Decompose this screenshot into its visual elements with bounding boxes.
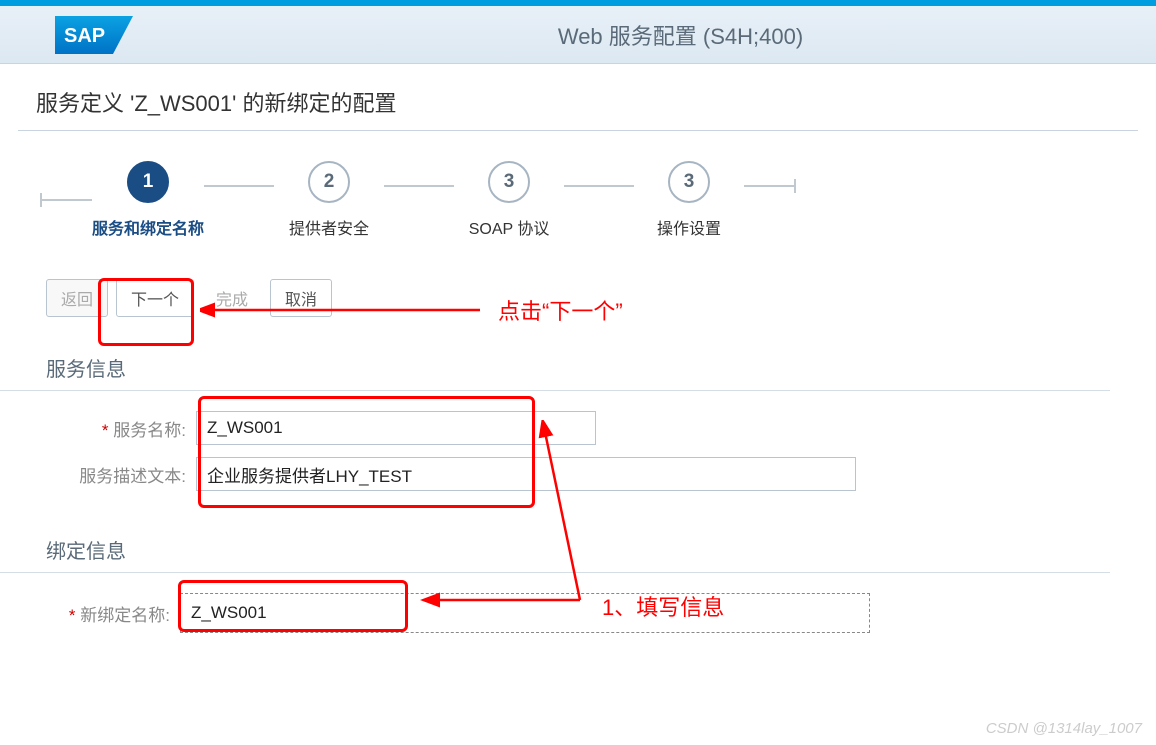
step-number: 1: [127, 161, 169, 203]
header-bar: SAP Web 服务配置 (S4H;400): [0, 6, 1156, 64]
step-label: 提供者安全: [289, 215, 369, 239]
binding-name-label: * 新绑定名称:: [46, 601, 180, 626]
roadmap-step-2[interactable]: 2 提供者安全: [274, 161, 384, 239]
row-binding-name: * 新绑定名称:: [0, 587, 1156, 639]
wizard-toolbar: 返回 下一个 完成 取消: [0, 259, 1156, 327]
service-name-label: * 服务名称:: [46, 416, 196, 441]
back-button[interactable]: 返回: [46, 279, 108, 317]
row-service-desc: 服务描述文本:: [0, 451, 1156, 497]
row-service-name: * 服务名称:: [0, 405, 1156, 451]
roadmap-step-3[interactable]: 3 SOAP 协议: [454, 161, 564, 239]
sap-logo: SAP: [55, 16, 133, 59]
next-button[interactable]: 下一个: [116, 279, 194, 317]
step-label: 服务和绑定名称: [92, 215, 204, 239]
section-service-info-title: 服务信息: [0, 333, 1110, 391]
header-title: Web 服务配置 (S4H;400): [55, 19, 1126, 51]
binding-name-input[interactable]: [180, 593, 870, 633]
step-number: 3: [668, 161, 710, 203]
step-number: 3: [488, 161, 530, 203]
service-desc-input[interactable]: [196, 457, 856, 491]
service-name-input[interactable]: [196, 411, 596, 445]
svg-text:SAP: SAP: [64, 25, 105, 47]
wizard-roadmap: 1 服务和绑定名称 2 提供者安全 3 SOAP 协议 3 操作设置: [0, 131, 1156, 259]
roadmap-step-1[interactable]: 1 服务和绑定名称: [92, 161, 204, 239]
step-number: 2: [308, 161, 350, 203]
cancel-button[interactable]: 取消: [270, 279, 332, 317]
section-binding-info-title: 绑定信息: [0, 515, 1110, 573]
service-desc-label: 服务描述文本:: [46, 462, 196, 487]
finish-button[interactable]: 完成: [202, 280, 262, 316]
page-title: 服务定义 'Z_WS001' 的新绑定的配置: [18, 64, 1138, 131]
step-label: 操作设置: [657, 215, 721, 239]
step-label: SOAP 协议: [469, 215, 550, 239]
roadmap-step-4[interactable]: 3 操作设置: [634, 161, 744, 239]
watermark: CSDN @1314lay_1007: [986, 720, 1142, 737]
